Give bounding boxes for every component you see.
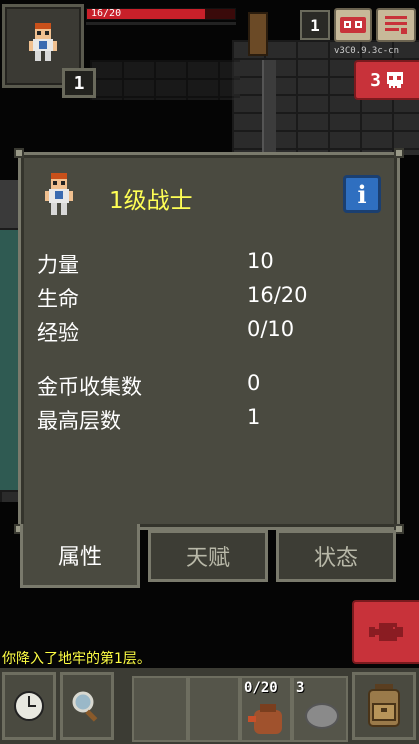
stat-label: 最高层数	[37, 409, 121, 433]
window-corner	[394, 148, 404, 158]
tab-label: 状态	[313, 546, 358, 571]
tab-label: 属性	[57, 544, 102, 570]
menu-button[interactable]	[376, 8, 416, 42]
tab-talents[interactable]: 天赋	[148, 530, 268, 582]
quickslot-empty-1[interactable]	[132, 676, 188, 742]
stat-label: 经验	[37, 321, 79, 345]
depth-indicator: 1	[300, 10, 330, 40]
skull-icon	[386, 72, 403, 88]
window-title: 1级战士	[109, 188, 193, 214]
health-text: 16/20	[91, 8, 122, 19]
inventory-button[interactable]	[352, 672, 416, 740]
backpack-icon	[368, 684, 400, 727]
quickslot-waterskin[interactable]: 0/20	[240, 676, 292, 742]
dungeon-wall	[0, 490, 20, 502]
search-button[interactable]	[60, 672, 114, 740]
waterskin-charge-text: 0/20	[244, 680, 278, 696]
magnifier-icon	[72, 691, 98, 722]
tab-status[interactable]: 状态	[276, 530, 396, 582]
health-bar: 16/20	[86, 8, 236, 20]
warrior-sprite-icon	[29, 23, 57, 61]
version-label: v3C0.9.3c-cn	[334, 46, 400, 56]
danger-count: 3	[370, 69, 381, 91]
hero-level-badge: 1	[62, 68, 96, 98]
stat-value: 0/10	[247, 317, 295, 341]
stat-value: 10	[247, 249, 274, 273]
stat-value: 16/20	[247, 283, 308, 307]
fish-icon	[368, 623, 403, 641]
window-corner	[14, 148, 24, 158]
experience-bar	[86, 22, 236, 25]
clock-icon	[14, 691, 44, 721]
tab-stats[interactable]: 属性	[20, 524, 140, 588]
info-button[interactable]: i	[343, 175, 381, 213]
journal-icon	[340, 17, 366, 33]
stat-label: 生命	[37, 287, 79, 311]
danger-indicator-button[interactable]: 3	[354, 60, 419, 100]
game-log-message: 你降入了地牢的第1层。	[2, 651, 151, 667]
waterskin-icon	[248, 704, 282, 734]
hero-info-window: 1级战士 i 力量 10 生命 16/20 经验 0/10 金币收集数 0 最高…	[14, 148, 404, 534]
warrior-avatar-icon	[45, 173, 73, 215]
dungeon-door[interactable]	[248, 12, 268, 56]
dungeon-pillar	[262, 60, 276, 155]
menu-icon	[385, 16, 407, 34]
journal-button[interactable]	[334, 8, 372, 42]
stat-label: 力量	[37, 253, 79, 277]
wait-button[interactable]	[2, 672, 56, 740]
throwing-stone-icon	[305, 703, 339, 729]
quickslot-stones[interactable]: 3	[292, 676, 348, 742]
catalog-button[interactable]	[352, 600, 419, 664]
info-icon: i	[357, 179, 367, 209]
stat-value: 0	[247, 371, 261, 395]
dungeon-wall	[90, 60, 240, 100]
tab-label: 天赋	[185, 546, 230, 571]
stat-label: 金币收集数	[37, 375, 142, 399]
stone-count-text: 3	[296, 680, 305, 696]
quickslot-empty-2[interactable]	[188, 676, 240, 742]
stat-value: 1	[247, 405, 261, 429]
